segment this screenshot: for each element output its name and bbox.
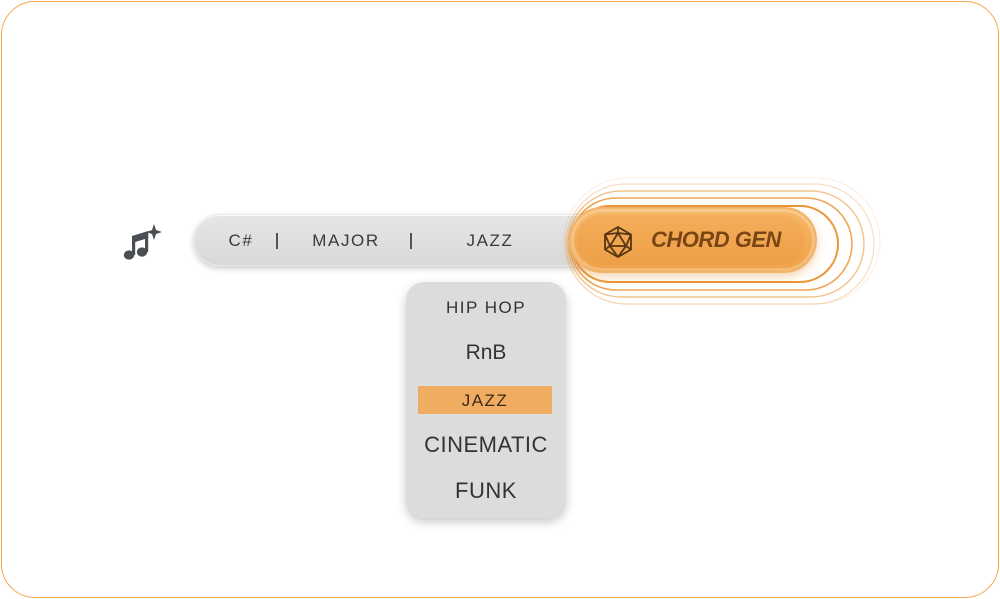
- icosahedron-dice-icon: [604, 226, 632, 258]
- separator: [276, 233, 278, 249]
- genre-dropdown: HIP HOP RnB JAZZ CINEMATIC FUNK: [406, 282, 566, 518]
- genre-selector[interactable]: JAZZ: [432, 215, 548, 267]
- genre-option-funk[interactable]: FUNK: [406, 478, 566, 504]
- chord-gen-button[interactable]: CHORD GEN: [569, 207, 817, 273]
- genre-option-cinematic[interactable]: CINEMATIC: [406, 432, 566, 458]
- separator: [410, 233, 412, 249]
- key-selector[interactable]: C#: [210, 215, 272, 267]
- music-notes-sparkle-icon: [123, 224, 162, 260]
- genre-option-hip-hop[interactable]: HIP HOP: [406, 298, 566, 318]
- scale-selector[interactable]: MAJOR: [292, 215, 400, 267]
- genre-option-rnb[interactable]: RnB: [406, 341, 566, 365]
- chord-gen-label: CHORD GEN: [651, 227, 781, 252]
- genre-option-jazz-selected[interactable]: JAZZ: [418, 386, 552, 414]
- app-icon: [116, 218, 168, 270]
